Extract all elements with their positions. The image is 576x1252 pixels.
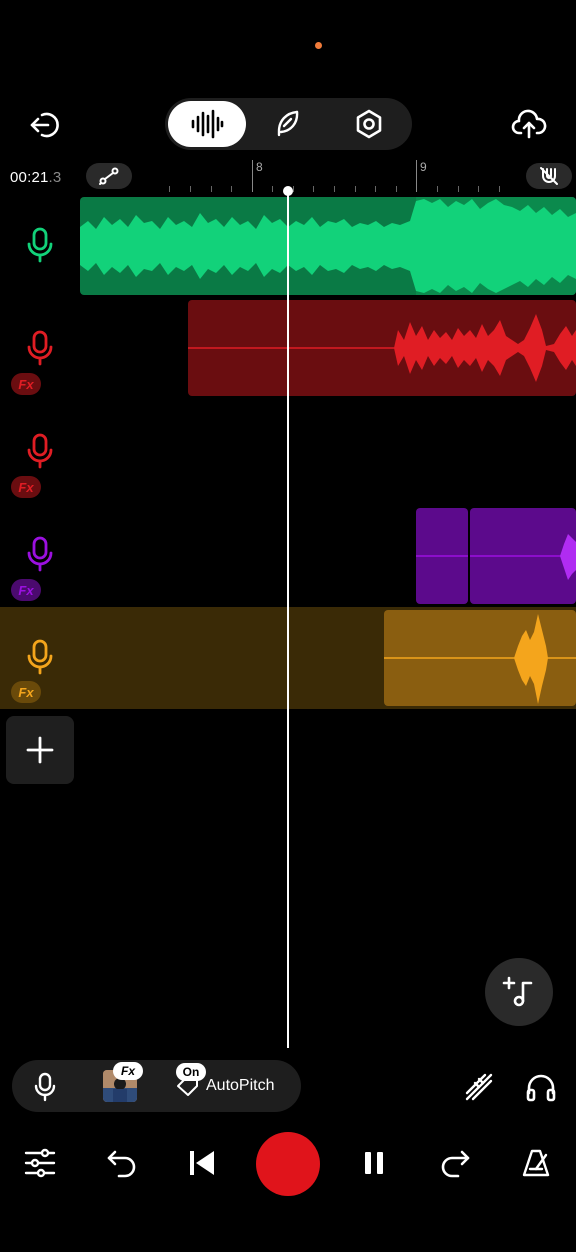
vocal-chain-bar: Fx On AutoPitch (12, 1060, 301, 1112)
automation-button[interactable] (86, 163, 132, 189)
ruler-tick (355, 186, 356, 192)
microphone-icon (27, 639, 53, 675)
fx-pill[interactable]: Fx (113, 1062, 143, 1080)
tuner-button[interactable] (458, 1066, 500, 1108)
ruler-bar-tick (416, 160, 417, 192)
top-bar (0, 98, 576, 152)
waveform (384, 614, 576, 704)
ruler-tick (437, 186, 438, 192)
add-track-button[interactable] (6, 716, 74, 784)
fx-badge[interactable]: Fx (11, 373, 41, 395)
exit-icon (30, 112, 59, 138)
ruler-tick (231, 186, 232, 192)
ruler-bar-tick (252, 160, 253, 192)
snap-toggle-button[interactable] (526, 163, 572, 189)
waveform (416, 555, 468, 557)
skip-back-icon (190, 1151, 214, 1175)
feather-icon (277, 110, 299, 137)
rewind-to-start-button[interactable] (180, 1141, 224, 1185)
monitor-button[interactable] (520, 1066, 562, 1108)
undo-button[interactable] (100, 1141, 144, 1185)
playhead-line[interactable] (287, 190, 289, 1048)
audio-clip[interactable] (384, 610, 576, 706)
fx-badge[interactable]: Fx (11, 476, 41, 498)
mixer-button[interactable] (18, 1141, 62, 1185)
mode-waveform-tab[interactable] (168, 101, 246, 147)
audio-clip[interactable] (80, 197, 576, 295)
time-readout: 00:21.3 (10, 169, 62, 186)
settings-hexagon-icon (356, 109, 382, 139)
transport-bar (0, 1130, 576, 1196)
ruler-tick (293, 186, 294, 192)
microphone-icon (27, 433, 53, 469)
microphone-icon (27, 536, 53, 572)
ruler-tick (396, 186, 397, 192)
mode-lyrics-tab[interactable] (249, 101, 327, 147)
microphone-icon[interactable] (32, 1072, 58, 1102)
tuning-fork-icon (465, 1073, 493, 1101)
microphone-icon (27, 330, 53, 366)
waveform (80, 197, 576, 295)
waveform-icon (191, 109, 224, 139)
ruler-tick (375, 186, 376, 192)
track-header[interactable]: Fx (0, 506, 80, 608)
autopitch-button[interactable]: AutoPitch (206, 1077, 274, 1095)
waveform (470, 534, 576, 580)
fx-badge[interactable]: Fx (11, 681, 41, 703)
pause-button[interactable] (352, 1141, 396, 1185)
bar-number: 9 (420, 160, 427, 174)
ruler-tick (334, 186, 335, 192)
audio-clip[interactable] (188, 300, 576, 396)
playhead-handle[interactable] (283, 186, 293, 196)
upload-button[interactable] (506, 102, 552, 148)
magnet-off-icon (540, 167, 558, 185)
tag-icon (177, 1077, 198, 1096)
track-header[interactable]: Fx (0, 300, 80, 402)
record-button[interactable] (256, 1132, 320, 1196)
mode-settings-tab[interactable] (330, 101, 408, 147)
sliders-icon (24, 1148, 56, 1178)
mode-switch (165, 98, 412, 150)
track-header[interactable] (0, 197, 80, 299)
ruler-tick (169, 186, 170, 192)
ruler-tick (458, 186, 459, 192)
metronome-icon (522, 1149, 550, 1177)
automation-curve-icon (99, 167, 119, 185)
plus-icon (26, 736, 54, 764)
add-music-button[interactable] (485, 958, 553, 1026)
microphone-icon (27, 227, 53, 263)
audio-clip[interactable] (416, 508, 468, 604)
audio-clip[interactable] (470, 508, 576, 604)
ruler-tick (211, 186, 212, 192)
pause-icon (365, 1152, 383, 1174)
ruler-tick (190, 186, 191, 192)
fx-badge[interactable]: Fx (11, 579, 41, 601)
ruler-tick (313, 186, 314, 192)
redo-button[interactable] (433, 1141, 477, 1185)
headphones-icon (526, 1074, 556, 1102)
add-music-note-icon (502, 976, 533, 1007)
ruler-tick (478, 186, 479, 192)
metronome-button[interactable] (514, 1141, 558, 1185)
redo-icon (441, 1150, 470, 1178)
undo-icon (107, 1150, 136, 1178)
exit-button[interactable] (22, 102, 68, 148)
ruler-tick (499, 186, 500, 192)
cloud-upload-icon (511, 109, 547, 139)
recording-indicator (315, 42, 322, 49)
ruler-tick (272, 186, 273, 192)
waveform (188, 314, 576, 382)
track-header[interactable]: Fx (0, 403, 80, 505)
track-header[interactable]: Fx (0, 607, 80, 709)
bar-number: 8 (256, 160, 263, 174)
